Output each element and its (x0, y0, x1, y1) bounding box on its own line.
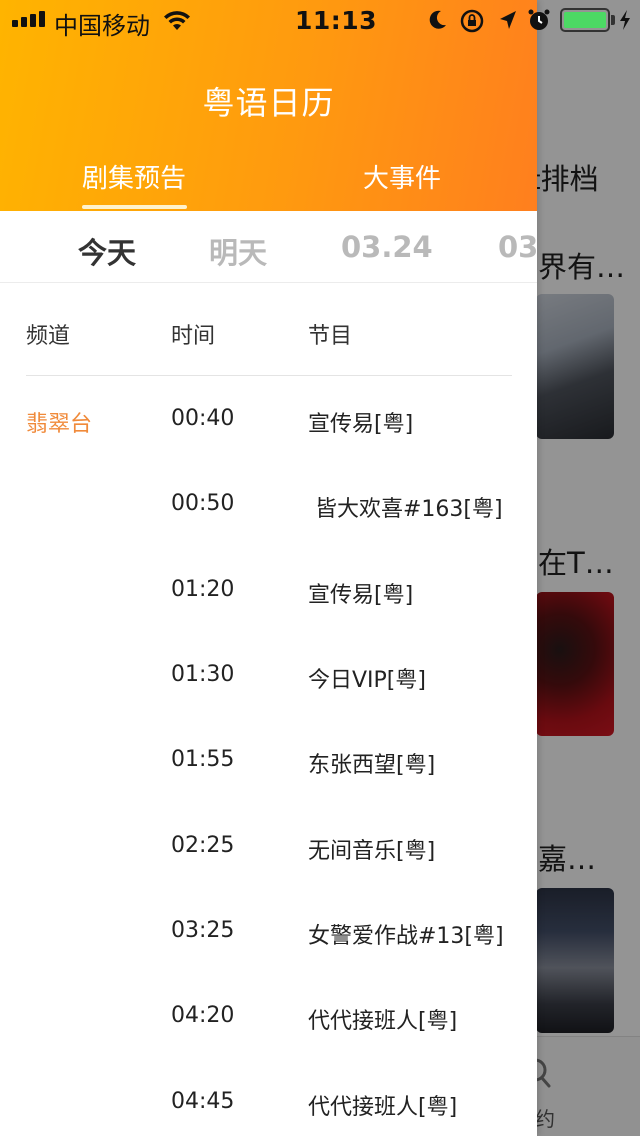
row-time: 00:50 (171, 491, 235, 516)
header-time: 时间 (171, 324, 216, 349)
location-icon (500, 11, 516, 29)
calendar-drawer: 粤语日历 剧集预告 大事件 今天 明天 03.24 03 频道 时间 节目 翡翠… (0, 0, 537, 1136)
schedule-row[interactable]: 02:25 无间音乐[粤] (26, 804, 512, 889)
wifi-icon (164, 11, 190, 30)
carrier-name: 中国移动 (54, 12, 150, 40)
row-time: 01:30 (171, 662, 235, 687)
schedule-row[interactable]: 04:45 代代接班人[粤] (26, 1060, 512, 1136)
row-time: 04:45 (171, 1089, 235, 1114)
moon-icon (429, 10, 446, 29)
schedule-row[interactable]: 04:20 代代接班人[粤] (26, 974, 512, 1059)
row-program: 宣传易[粤] (308, 412, 414, 437)
schedule-row[interactable]: 01:55 东张西望[粤] (26, 718, 512, 803)
header-channel: 频道 (26, 324, 71, 349)
schedule-row[interactable]: 03:25 女警爱作战#13[粤] (26, 889, 512, 974)
day-today[interactable]: 今天 (78, 230, 136, 272)
header-program: 节目 (308, 324, 353, 349)
charging-icon (620, 10, 630, 30)
active-tab-indicator (82, 205, 187, 209)
row-program: 宣传易[粤] (308, 583, 414, 608)
row-program: 代代接班人[粤] (308, 1009, 458, 1034)
day-next[interactable]: 03 (498, 230, 537, 264)
alarm-icon (528, 9, 550, 30)
row-time: 02:25 (171, 833, 235, 858)
row-time: 01:20 (171, 577, 235, 602)
row-time: 03:25 (171, 918, 235, 943)
row-time: 04:20 (171, 1003, 235, 1028)
row-time: 00:40 (171, 406, 235, 431)
schedule-header: 频道 时间 节目 (26, 300, 512, 376)
schedule-row[interactable]: 01:30 今日VIP[粤] (26, 633, 512, 718)
tab-big-events[interactable]: 大事件 (302, 158, 502, 195)
battery-icon (560, 8, 610, 32)
row-program: 今日VIP[粤] (308, 668, 426, 693)
rotation-lock-icon (460, 9, 484, 33)
day-tomorrow[interactable]: 明天 (209, 230, 267, 272)
schedule-row[interactable]: 00:50 皆大欢喜#163[粤] (26, 462, 512, 547)
day-selector: 今天 明天 03.24 03 (0, 211, 537, 283)
status-bar: 中国移动 11:13 (0, 0, 640, 40)
row-program: 东张西望[粤] (308, 753, 436, 778)
schedule-row[interactable]: 翡翠台 00:40 宣传易[粤] (26, 377, 512, 462)
row-program: 代代接班人[粤] (308, 1095, 458, 1120)
row-program: 无间音乐[粤] (308, 839, 436, 864)
row-program: 女警爱作战#13[粤] (308, 924, 504, 949)
cellular-signal-icon (12, 11, 45, 27)
day-0324[interactable]: 03.24 (341, 230, 433, 264)
schedule-row[interactable]: 01:20 宣传易[粤] (26, 548, 512, 633)
status-time: 11:13 (295, 6, 378, 35)
tab-series-preview[interactable]: 剧集预告 (34, 158, 234, 195)
drawer-title: 粤语日历 (202, 84, 335, 122)
battery-cap (611, 15, 615, 25)
row-time: 01:55 (171, 747, 235, 772)
row-channel: 翡翠台 (26, 412, 93, 437)
row-program: 皆大欢喜#163[粤] (308, 497, 503, 522)
